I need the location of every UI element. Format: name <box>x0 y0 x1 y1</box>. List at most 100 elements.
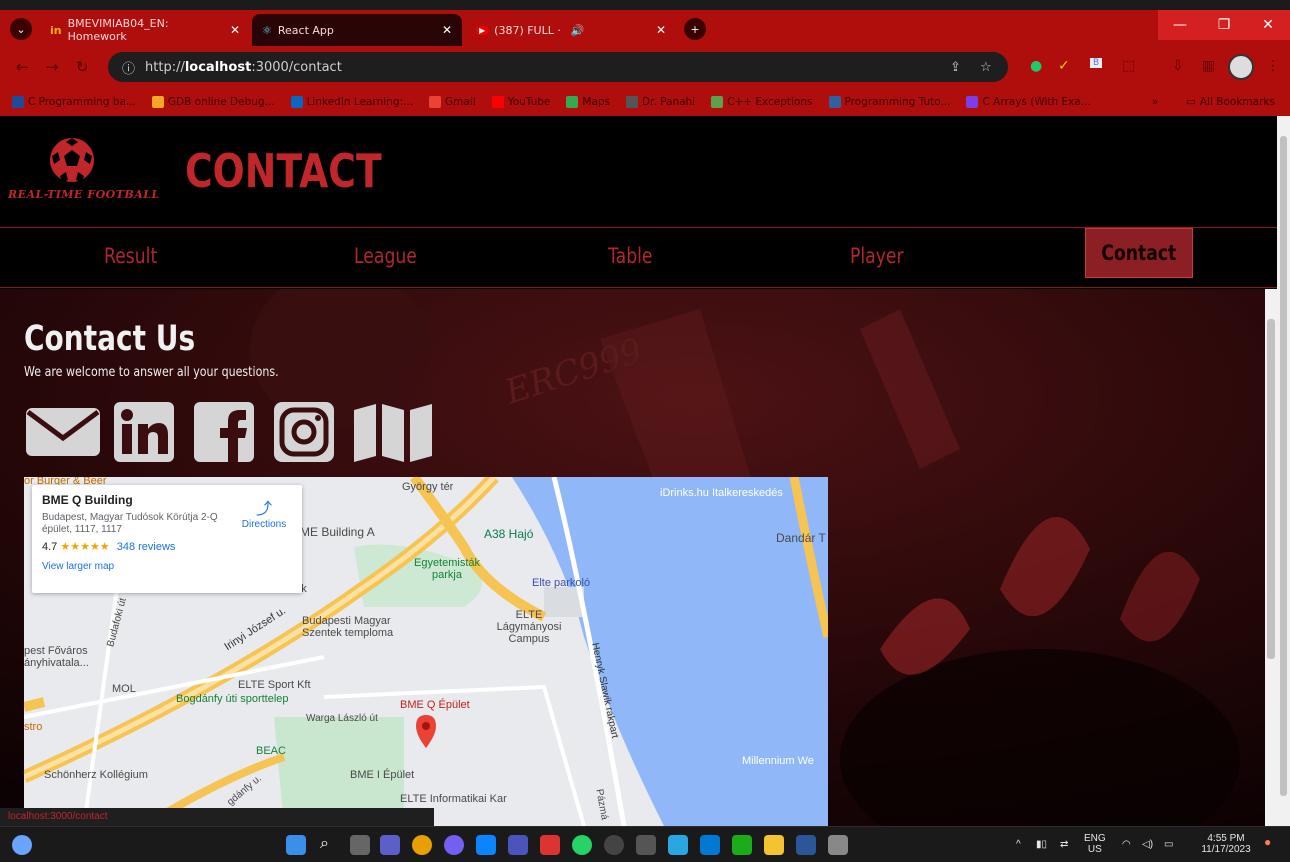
downloads-icon[interactable]: ⇩ <box>1172 58 1184 74</box>
clipboard-icon[interactable] <box>828 835 848 855</box>
extension-icon[interactable]: ✓ <box>1058 58 1070 74</box>
page-scrollbar[interactable] <box>1277 116 1290 826</box>
site-info-icon[interactable]: ⓘ <box>122 58 135 77</box>
speaker-icon[interactable]: 🔊 <box>571 24 585 37</box>
search-icon[interactable]: ⌕ <box>320 833 340 853</box>
instagram-icon[interactable] <box>272 402 336 462</box>
reload-icon[interactable]: ↻ <box>76 58 89 76</box>
contact-subtitle: We are welcome to answer all your questi… <box>24 365 279 380</box>
close-icon[interactable]: ✕ <box>230 23 240 37</box>
tab-search-icon[interactable]: ⌄ <box>10 18 32 40</box>
contact-section: ERC999 Contact Us We are welcome to answ… <box>0 289 1265 826</box>
google-map[interactable]: or Burger & Beer György tér iDrinks.hu I… <box>24 477 828 826</box>
menu-icon[interactable]: ⋮ <box>1266 58 1280 74</box>
nav-table[interactable]: Table <box>608 244 653 268</box>
close-window-button[interactable]: ✕ <box>1246 10 1290 40</box>
bookmark-label: Gmail <box>445 96 476 108</box>
bookmark-item[interactable]: C++ Exceptions <box>711 96 813 108</box>
map-label: Dandár T <box>776 531 826 545</box>
directions-label: Directions <box>241 519 287 530</box>
close-icon[interactable]: ✕ <box>656 23 666 37</box>
start-icon[interactable] <box>286 835 306 855</box>
terminal-icon[interactable] <box>636 835 656 855</box>
envelope-icon[interactable] <box>24 402 102 462</box>
chevron-up-icon[interactable]: ^ <box>1016 839 1021 850</box>
widgets-icon[interactable] <box>12 835 32 855</box>
word-icon[interactable] <box>796 835 816 855</box>
all-bookmarks[interactable]: ▭ All Bookmarks <box>1186 96 1275 108</box>
bookmark-item[interactable]: Gmail <box>429 96 476 108</box>
bookmark-label: YouTube <box>507 96 551 108</box>
map-label: Bogdánfy úti sporttelep <box>176 693 289 705</box>
clock-date: 11/17/2023 <box>1201 844 1251 855</box>
wechat-icon[interactable] <box>732 835 752 855</box>
bookmark-item[interactable]: C Arrays (With Exa... <box>966 96 1091 108</box>
address-bar[interactable]: ⓘ http://localhost:3000/contact ⇪ ☆ <box>108 52 1008 82</box>
avatar[interactable] <box>1228 54 1254 80</box>
volume-icon[interactable]: ◁) <box>1142 839 1153 850</box>
install-app-icon[interactable]: ⇪ <box>950 60 961 75</box>
nav-league[interactable]: League <box>354 244 417 268</box>
meet-icon[interactable]: ▮▯ <box>1036 839 1047 850</box>
maps-icon <box>566 96 579 108</box>
restore-button[interactable]: ❐ <box>1202 10 1246 40</box>
chrome-icon[interactable] <box>412 835 432 855</box>
puzzle-icon[interactable]: ⬚ <box>1122 58 1135 74</box>
bookmark-item[interactable]: LinkedIn Learning:... <box>290 96 413 108</box>
extension-b-icon[interactable]: B <box>1090 58 1103 68</box>
facebook-icon[interactable] <box>192 402 256 462</box>
bookmark-item[interactable]: Programming Tuto... <box>828 96 950 108</box>
mail-icon[interactable] <box>476 835 496 855</box>
notification-bell-icon[interactable]: ● <box>1264 836 1271 848</box>
bookmark-item[interactable]: Maps <box>566 96 610 108</box>
map-label: Elte parkoló <box>532 577 591 589</box>
new-tab-button[interactable]: + <box>684 18 706 40</box>
bookmark-label: C++ Exceptions <box>727 96 813 108</box>
close-icon[interactable]: ✕ <box>442 23 452 37</box>
linkedin-icon[interactable] <box>112 402 176 462</box>
map-label: BME Q Épület <box>400 699 470 711</box>
browser-toolbar: ← → ↻ ⓘ http://localhost:3000/contact ⇪ … <box>0 46 1290 88</box>
whatsapp-icon[interactable] <box>572 835 592 855</box>
bookmark-item[interactable]: Dr. Panahi <box>626 96 695 108</box>
speedtest-icon[interactable] <box>604 835 624 855</box>
app-icon[interactable] <box>540 835 560 855</box>
wifi-icon[interactable]: ◠ <box>1122 839 1131 850</box>
task-view-icon[interactable] <box>350 835 370 855</box>
battery-icon[interactable]: ▭ <box>1164 839 1173 850</box>
nav-player[interactable]: Player <box>850 244 904 268</box>
directions-button[interactable]: ⤴ Directions <box>234 495 294 530</box>
side-panel-icon[interactable]: ▥ <box>1202 58 1215 74</box>
tab-react-app[interactable]: ⚛ React App ✕ <box>252 14 462 46</box>
language-indicator[interactable]: ENG US <box>1084 833 1106 855</box>
nav-result[interactable]: Result <box>104 244 157 268</box>
bookmark-star-icon[interactable]: ☆ <box>980 60 992 75</box>
inner-scrollbar[interactable] <box>1265 289 1277 826</box>
bookmark-item[interactable]: C Programming ba... <box>12 96 136 108</box>
viber-icon[interactable] <box>444 835 464 855</box>
telegram-icon[interactable] <box>668 835 688 855</box>
network-settings-icon[interactable]: ⇄ <box>1060 839 1068 850</box>
map-label: ELTE Lágymányosi Campus <box>496 609 562 645</box>
site-logo[interactable]: REAL-TIME FOOTBALL <box>8 136 159 206</box>
forward-icon[interactable]: → <box>46 58 59 76</box>
clock[interactable]: 4:55 PM 11/17/2023 <box>1196 833 1256 855</box>
teams-icon[interactable] <box>380 835 400 855</box>
file-explorer-icon[interactable] <box>764 835 784 855</box>
grammarly-icon[interactable]: ● <box>1030 58 1042 74</box>
vscode-icon[interactable] <box>700 835 720 855</box>
bookmark-item[interactable]: GDB online Debug... <box>151 96 275 108</box>
bookmark-label: C Arrays (With Exa... <box>982 96 1091 108</box>
map-icon[interactable] <box>352 402 436 462</box>
teams-work-icon[interactable] <box>508 835 528 855</box>
bookmark-item[interactable]: YouTube <box>491 96 551 108</box>
nav-contact[interactable]: Contact <box>1085 228 1193 278</box>
tab-youtube[interactable]: ▶ (387) FULL · 🔊 ✕ <box>466 14 676 46</box>
site-nav: Result League Table Player Contact <box>0 228 1277 288</box>
view-larger-map-link[interactable]: View larger map <box>42 561 292 572</box>
tab-homework[interactable]: in BMEVIMIAB04_EN: Homework ✕ <box>40 14 250 46</box>
back-icon[interactable]: ← <box>16 58 29 76</box>
minimize-button[interactable]: — <box>1158 10 1202 40</box>
more-bookmarks-icon[interactable]: » <box>1152 96 1158 108</box>
reviews-link[interactable]: 348 reviews <box>117 541 176 553</box>
